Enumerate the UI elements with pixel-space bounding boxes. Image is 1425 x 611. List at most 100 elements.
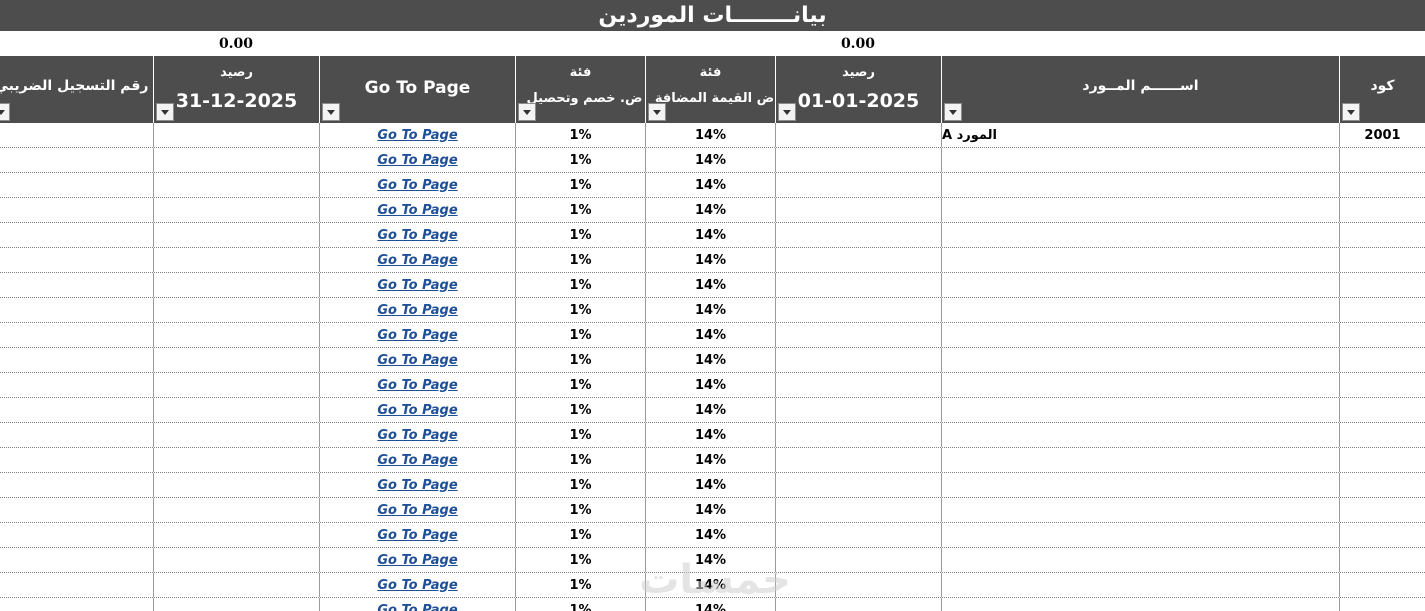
cell-balance-start[interactable] (775, 198, 941, 222)
filter-dropdown-balance-end[interactable] (156, 103, 174, 121)
header-vat[interactable]: فئة ض القيمة المضافة (645, 56, 775, 123)
cell-balance-end[interactable] (153, 248, 319, 272)
cell-code[interactable] (1339, 573, 1425, 597)
cell-withholding[interactable]: 1% (515, 473, 645, 497)
cell-tax-reg[interactable] (0, 573, 153, 597)
cell-tax-reg[interactable] (0, 373, 153, 397)
cell-supplier-name[interactable] (941, 473, 1339, 497)
cell-balance-start[interactable] (775, 348, 941, 372)
cell-balance-start[interactable] (775, 273, 941, 297)
cell-code[interactable] (1339, 598, 1425, 611)
cell-balance-end[interactable] (153, 573, 319, 597)
cell-balance-end[interactable] (153, 323, 319, 347)
cell-supplier-name[interactable] (941, 198, 1339, 222)
cell-code[interactable] (1339, 448, 1425, 472)
cell-code[interactable] (1339, 173, 1425, 197)
cell-code[interactable] (1339, 423, 1425, 447)
cell-supplier-name[interactable] (941, 273, 1339, 297)
cell-withholding[interactable]: 1% (515, 323, 645, 347)
go-to-page-link[interactable]: Go To Page (319, 148, 515, 172)
go-to-page-link[interactable]: Go To Page (319, 423, 515, 447)
cell-supplier-name[interactable] (941, 148, 1339, 172)
cell-supplier-name[interactable] (941, 298, 1339, 322)
cell-code[interactable] (1339, 398, 1425, 422)
cell-supplier-name[interactable] (941, 448, 1339, 472)
cell-code[interactable] (1339, 223, 1425, 247)
go-to-page-link[interactable]: Go To Page (319, 248, 515, 272)
cell-supplier-name[interactable] (941, 323, 1339, 347)
cell-balance-start[interactable] (775, 423, 941, 447)
cell-vat[interactable]: 14% (645, 248, 775, 272)
go-to-page-link[interactable]: Go To Page (319, 398, 515, 422)
cell-vat[interactable]: 14% (645, 448, 775, 472)
cell-withholding[interactable]: 1% (515, 373, 645, 397)
cell-code[interactable] (1339, 498, 1425, 522)
cell-tax-reg[interactable] (0, 223, 153, 247)
cell-balance-start[interactable] (775, 123, 941, 147)
go-to-page-link[interactable]: Go To Page (319, 323, 515, 347)
cell-vat[interactable]: 14% (645, 148, 775, 172)
cell-tax-reg[interactable] (0, 523, 153, 547)
cell-supplier-name[interactable] (941, 423, 1339, 447)
cell-code[interactable] (1339, 248, 1425, 272)
total-balance-start[interactable]: 0.00 (775, 31, 941, 56)
go-to-page-link[interactable]: Go To Page (319, 198, 515, 222)
cell-supplier-name[interactable]: المورد A (941, 123, 1339, 147)
cell-tax-reg[interactable] (0, 448, 153, 472)
cell-balance-end[interactable] (153, 473, 319, 497)
cell-tax-reg[interactable] (0, 548, 153, 572)
cell-supplier-name[interactable] (941, 548, 1339, 572)
cell-balance-start[interactable] (775, 323, 941, 347)
cell-withholding[interactable]: 1% (515, 223, 645, 247)
cell-vat[interactable]: 14% (645, 523, 775, 547)
cell-tax-reg[interactable] (0, 198, 153, 222)
cell-supplier-name[interactable] (941, 348, 1339, 372)
cell-tax-reg[interactable] (0, 423, 153, 447)
cell-withholding[interactable]: 1% (515, 498, 645, 522)
cell-balance-start[interactable] (775, 173, 941, 197)
go-to-page-link[interactable]: Go To Page (319, 348, 515, 372)
cell-balance-end[interactable] (153, 298, 319, 322)
cell-supplier-name[interactable] (941, 173, 1339, 197)
cell-tax-reg[interactable] (0, 598, 153, 611)
filter-dropdown-supplier-name[interactable] (944, 103, 962, 121)
cell-vat[interactable]: 14% (645, 198, 775, 222)
cell-tax-reg[interactable] (0, 248, 153, 272)
go-to-page-link[interactable]: Go To Page (319, 548, 515, 572)
cell-tax-reg[interactable] (0, 148, 153, 172)
cell-tax-reg[interactable] (0, 173, 153, 197)
cell-balance-end[interactable] (153, 548, 319, 572)
cell-balance-end[interactable] (153, 348, 319, 372)
cell-withholding[interactable]: 1% (515, 298, 645, 322)
cell-withholding[interactable]: 1% (515, 348, 645, 372)
go-to-page-link[interactable]: Go To Page (319, 498, 515, 522)
go-to-page-link[interactable]: Go To Page (319, 123, 515, 147)
cell-code[interactable] (1339, 298, 1425, 322)
cell-supplier-name[interactable] (941, 523, 1339, 547)
cell-tax-reg[interactable] (0, 348, 153, 372)
cell-balance-start[interactable] (775, 373, 941, 397)
filter-dropdown-withholding[interactable] (518, 103, 536, 121)
go-to-page-link[interactable]: Go To Page (319, 598, 515, 611)
cell-balance-start[interactable] (775, 148, 941, 172)
cell-tax-reg[interactable] (0, 273, 153, 297)
cell-vat[interactable]: 14% (645, 398, 775, 422)
cell-withholding[interactable]: 1% (515, 423, 645, 447)
go-to-page-link[interactable]: Go To Page (319, 523, 515, 547)
cell-withholding[interactable]: 1% (515, 248, 645, 272)
filter-dropdown-vat[interactable] (648, 103, 666, 121)
cell-withholding[interactable]: 1% (515, 523, 645, 547)
cell-balance-start[interactable] (775, 248, 941, 272)
cell-code[interactable] (1339, 273, 1425, 297)
go-to-page-link[interactable]: Go To Page (319, 173, 515, 197)
go-to-page-link[interactable]: Go To Page (319, 223, 515, 247)
cell-balance-end[interactable] (153, 598, 319, 611)
header-balance-start[interactable]: رصيد 01-01-2025 (775, 56, 941, 123)
cell-supplier-name[interactable] (941, 598, 1339, 611)
cell-vat[interactable]: 14% (645, 323, 775, 347)
cell-code[interactable] (1339, 548, 1425, 572)
cell-balance-start[interactable] (775, 473, 941, 497)
filter-dropdown-balance-start[interactable] (778, 103, 796, 121)
cell-balance-end[interactable] (153, 173, 319, 197)
cell-balance-end[interactable] (153, 523, 319, 547)
